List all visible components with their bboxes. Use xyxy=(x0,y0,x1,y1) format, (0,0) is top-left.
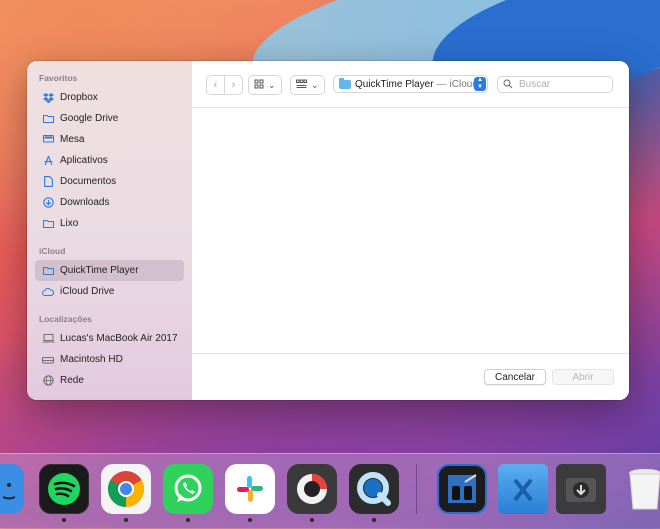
sidebar-item-mesa[interactable]: Mesa xyxy=(35,129,184,150)
sidebar-item-label: Google Drive xyxy=(60,113,119,124)
open-file-dialog: Favoritos Dropbox Google Drive Mesa Apli… xyxy=(27,61,629,400)
up-down-chevron-icon: ▲ ▼ xyxy=(474,77,486,91)
toolbar: ‹ › ⌄ ⌄ QuickTime Player — iCloud ▲ ▼ Bu… xyxy=(192,61,629,108)
slack-icon[interactable] xyxy=(225,464,275,522)
laptop-icon xyxy=(41,334,55,343)
spotify-icon[interactable] xyxy=(39,464,89,522)
dropbox-icon xyxy=(41,92,55,103)
running-indicator xyxy=(310,518,314,522)
sidebar-item-label: Lucas's MacBook Air 2017 xyxy=(60,333,178,344)
sidebar-item-documentos[interactable]: Documentos xyxy=(35,171,184,192)
dock xyxy=(0,453,660,529)
chrome-icon[interactable] xyxy=(101,464,151,522)
location-name: QuickTime Player xyxy=(355,78,434,90)
whatsapp-icon[interactable] xyxy=(163,464,213,522)
group-grid-icon xyxy=(296,79,307,91)
forward-button[interactable]: › xyxy=(224,76,242,94)
document-icon xyxy=(41,176,55,187)
photobooth-icon[interactable] xyxy=(287,464,337,522)
location-separator: — xyxy=(436,78,447,90)
sidebar: Favoritos Dropbox Google Drive Mesa Apli… xyxy=(27,61,193,400)
group-by-button[interactable]: ⌄ xyxy=(290,75,325,95)
running-indicator xyxy=(186,518,190,522)
running-indicator xyxy=(124,518,128,522)
file-browser: ‹ › ⌄ ⌄ QuickTime Player — iCloud ▲ ▼ Bu… xyxy=(192,61,629,400)
navigation-buttons: ‹ › xyxy=(206,75,243,95)
globe-icon xyxy=(41,375,55,386)
chevron-right-icon: › xyxy=(231,79,236,91)
back-button[interactable]: ‹ xyxy=(207,76,224,94)
sidebar-item-label: Macintosh HD xyxy=(60,354,123,365)
icon-grid-icon xyxy=(254,79,264,91)
sidebar-item-label: Dropbox xyxy=(60,92,98,103)
folder-icon xyxy=(339,77,351,89)
sidebar-item-label: Documentos xyxy=(60,176,117,187)
sidebar-section-favorites: Favoritos xyxy=(39,73,78,83)
sidebar-section-locations: Localizações xyxy=(39,314,92,324)
binoculars-icon[interactable] xyxy=(437,464,487,514)
dialog-footer: Cancelar Abrir xyxy=(192,353,629,400)
quicktime-icon[interactable] xyxy=(349,464,399,522)
desktop-icon xyxy=(41,135,55,144)
sidebar-item-label: Mesa xyxy=(60,134,85,145)
sidebar-item-dropbox[interactable]: Dropbox xyxy=(35,87,184,108)
sidebar-item-macintosh-hd[interactable]: Macintosh HD xyxy=(35,349,184,370)
applications-folder-icon[interactable] xyxy=(498,464,548,514)
folder-icon xyxy=(41,114,55,123)
chevron-down-icon: ⌄ xyxy=(268,79,276,90)
sidebar-item-aplicativos[interactable]: Aplicativos xyxy=(35,150,184,171)
sidebar-item-label: Lixo xyxy=(60,218,79,229)
search-input[interactable] xyxy=(517,78,611,91)
search-field[interactable] xyxy=(497,76,613,93)
folder-icon xyxy=(41,266,55,275)
sidebar-item-downloads[interactable]: Downloads xyxy=(35,192,184,213)
download-icon xyxy=(41,197,55,208)
sidebar-item-label: iCloud Drive xyxy=(60,286,115,297)
sidebar-item-icloud-drive[interactable]: iCloud Drive xyxy=(35,281,184,302)
trash-icon[interactable] xyxy=(620,464,660,514)
chevron-down-icon: ⌄ xyxy=(311,79,319,90)
location-popup[interactable]: QuickTime Player — iCloud ▲ ▼ xyxy=(333,75,488,93)
sidebar-item-label: Downloads xyxy=(60,197,110,208)
folder-icon xyxy=(41,219,55,228)
sidebar-item-rede[interactable]: Rede xyxy=(35,370,184,391)
sidebar-item-lixo[interactable]: Lixo xyxy=(35,213,184,234)
downloads-stack-icon[interactable] xyxy=(556,464,606,514)
hard-drive-icon xyxy=(41,356,55,364)
search-icon xyxy=(503,76,513,94)
dock-divider xyxy=(416,464,417,514)
sidebar-item-label: Rede xyxy=(60,375,84,386)
cloud-icon xyxy=(41,287,55,296)
file-list-area[interactable] xyxy=(192,108,629,354)
sidebar-item-label: QuickTime Player xyxy=(60,265,139,276)
cancel-button[interactable]: Cancelar xyxy=(484,369,546,385)
finder-icon[interactable] xyxy=(0,464,24,514)
running-indicator xyxy=(372,518,376,522)
sidebar-item-quicktime-player[interactable]: QuickTime Player xyxy=(35,260,184,281)
running-indicator xyxy=(62,518,66,522)
sidebar-item-macbook[interactable]: Lucas's MacBook Air 2017 xyxy=(35,328,184,349)
sidebar-item-label: Aplicativos xyxy=(60,155,108,166)
open-button[interactable]: Abrir xyxy=(552,369,614,385)
running-indicator xyxy=(248,518,252,522)
chevron-left-icon: ‹ xyxy=(213,79,218,91)
sidebar-section-icloud: iCloud xyxy=(39,246,66,256)
sidebar-item-google-drive[interactable]: Google Drive xyxy=(35,108,184,129)
view-mode-button[interactable]: ⌄ xyxy=(248,75,282,95)
applications-icon xyxy=(41,155,55,166)
